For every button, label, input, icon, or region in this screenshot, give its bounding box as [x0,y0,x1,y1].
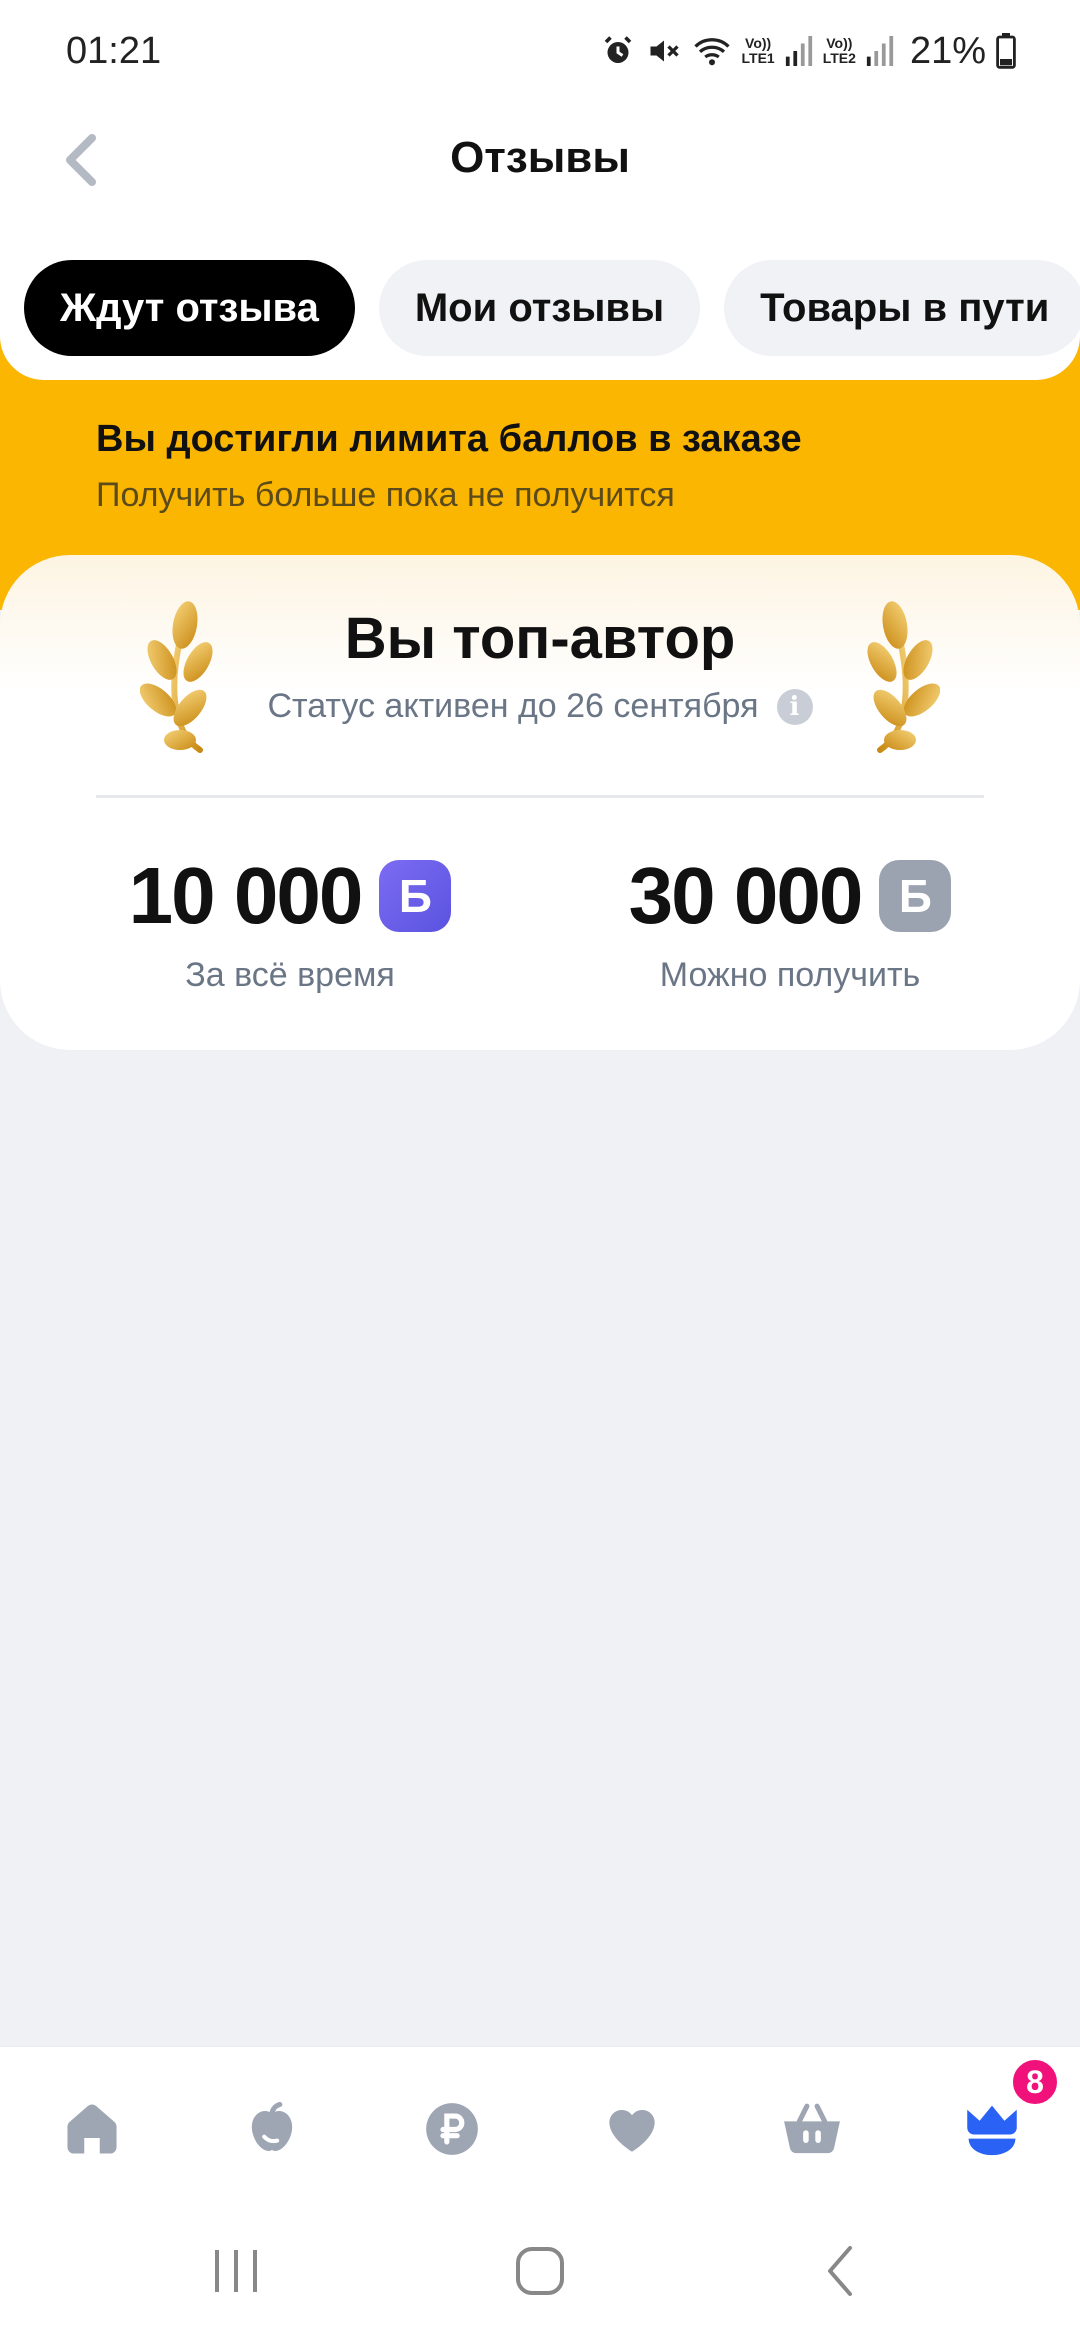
status-bar: 01:21 Vo)) LTE1 Vo)) LTE2 21% [0,0,1080,105]
notification-badge: 8 [1009,2056,1061,2108]
tab-my-reviews[interactable]: Мои отзывы [378,260,701,356]
author-status: Статус активен до 26 сентября i [0,687,1080,726]
wifi-icon [692,33,732,69]
nav-finance[interactable] [412,2089,492,2169]
nav-catalog[interactable] [232,2089,312,2169]
home-icon [67,2104,117,2154]
stat-value: 10 000 [128,851,364,940]
tabs: Ждут отзыва Мои отзывы Товары в пути [24,260,1080,356]
system-back-button[interactable] [800,2236,880,2306]
heart-icon [609,2109,655,2152]
tab-in-transit[interactable]: Товары в пути [724,260,1080,356]
home-button[interactable] [500,2236,580,2306]
info-icon[interactable]: i [776,688,813,725]
battery-percent: 21% [909,29,986,72]
nav-home[interactable] [52,2089,132,2169]
home-circle-icon [516,2247,564,2295]
cart-icon [784,2103,840,2154]
page-title: Отзывы [450,133,630,182]
ruble-icon [426,2103,478,2155]
battery-icon [996,33,1016,69]
catalog-icon [251,2101,293,2151]
bottom-nav [0,2046,1080,2196]
stat-label: За всё время [185,956,395,994]
stat-value: 30 000 [628,851,864,940]
stat-available: 30 000 Б Можно получить [540,850,1040,995]
mute-icon [646,33,682,69]
back-arrow-icon [828,2246,852,2296]
stat-all-time: 10 000 Б За всё время [40,850,540,995]
tab-awaiting-review[interactable]: Ждут отзыва [24,260,355,356]
signal2-icon [866,36,894,66]
nav-cart[interactable] [772,2089,852,2169]
header: Отзывы [0,105,1080,215]
tabs-area: Ждут отзыва Мои отзывы Товары в пути [0,215,1080,380]
nav-favorites[interactable] [592,2089,672,2169]
points-badge-icon: Б [379,860,452,932]
status-icons: Vo)) LTE1 Vo)) LTE2 21% [600,26,1016,76]
lte2-indicator: Vo)) LTE2 [822,35,856,66]
recent-apps-button[interactable] [196,2236,276,2306]
author-title: Вы топ-автор [344,606,736,671]
points-badge-icon: Б [879,860,952,932]
author-status-text: Статус активен до 26 сентября [267,687,759,725]
banner-title: Вы достигли лимита баллов в заказе [96,418,802,460]
system-nav [0,2196,1080,2340]
stat-label: Можно получить [659,956,921,994]
divider [96,795,984,798]
top-author-card: Вы топ-автор Статус активен до 26 сентяб… [0,555,1080,1050]
recent-apps-icon [215,2250,257,2292]
profile-icon [967,2105,1017,2156]
status-time: 01:21 [66,30,162,72]
lte1-indicator: Vo)) LTE1 [741,35,775,66]
signal1-icon [785,36,813,66]
alarm-icon [600,33,636,69]
banner-subtitle: Получить больше пока не получится [96,476,675,514]
